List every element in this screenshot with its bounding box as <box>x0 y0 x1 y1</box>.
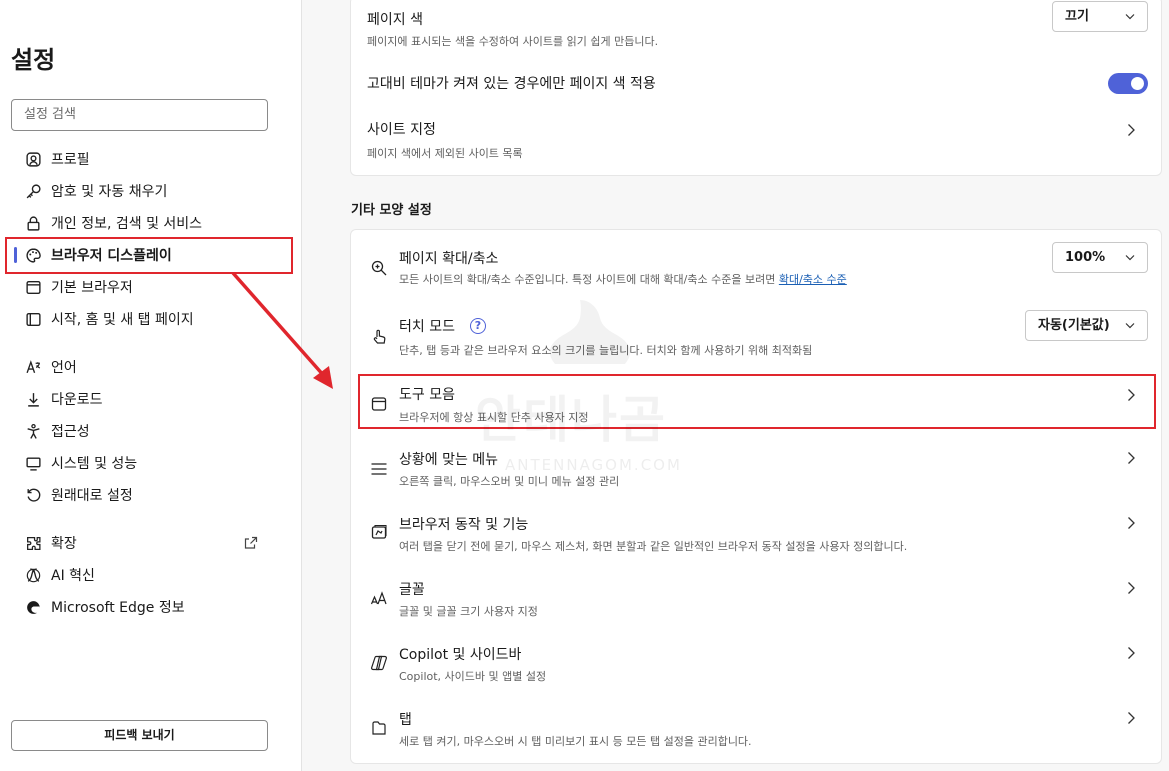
site-exclusion-desc: 페이지 색에서 제외된 사이트 목록 <box>367 147 523 160</box>
sidebar-item-reset[interactable]: 원래대로 설정 <box>0 479 302 511</box>
high-contrast-label: 고대비 테마가 켜져 있는 경우에만 페이지 색 적용 <box>367 76 656 92</box>
key-icon <box>24 182 42 200</box>
reset-icon <box>24 486 42 504</box>
sidebar-item-system[interactable]: 시스템 및 성능 <box>0 447 302 479</box>
language-icon <box>24 358 42 376</box>
touch-mode-desc: 단추, 탭 등과 같은 브라우저 요소의 크기를 늘립니다. 터치와 함께 사용… <box>399 344 813 357</box>
sidebar-item-profile[interactable]: 프로필 <box>0 143 302 175</box>
browser-behavior-icon <box>370 523 388 541</box>
page-color-select-value: 끄기 <box>1065 9 1089 24</box>
sidebar-item-extensions[interactable]: 확장 <box>0 527 302 559</box>
fonts-title: 글꼴 <box>399 582 425 598</box>
site-exclusion-row[interactable]: 사이트 지정 페이지 색에서 제외된 사이트 목록 <box>351 107 1163 173</box>
font-icon <box>370 589 388 607</box>
browser-icon <box>24 278 42 296</box>
sidebar-item-ai[interactable]: AI 혁신 <box>0 559 302 591</box>
copilot-row[interactable]: Copilot 및 사이드바 Copilot, 사이드바 및 앱별 설정 <box>351 632 1163 697</box>
chevron-right-icon <box>1128 452 1135 464</box>
sidebar-item-privacy[interactable]: 개인 정보, 검색 및 서비스 <box>0 207 302 239</box>
annotation-arrow <box>231 271 333 389</box>
appearance-card: 페이지 확대/축소 모든 사이트의 확대/축소 수준입니다. 특정 사이트에 대… <box>350 229 1162 764</box>
browser-behavior-row[interactable]: 브라우저 동작 및 기능 여러 탭을 닫기 전에 묻기, 마우스 제스처, 화면… <box>351 502 1163 567</box>
page-title: 설정 <box>11 46 56 74</box>
sidebar-item-label: 언어 <box>51 360 77 376</box>
sidebar-item-label: 기본 브라우저 <box>51 280 133 296</box>
sidebar-item-about[interactable]: Microsoft Edge 정보 <box>0 591 302 623</box>
chevron-right-icon <box>1128 517 1135 529</box>
highlight-box-toolbar <box>358 374 1156 429</box>
sidebar-item-label: 원래대로 설정 <box>51 488 133 504</box>
search-input[interactable]: 설정 검색 <box>11 99 268 131</box>
context-menu-desc: 오른쪽 클릭, 마우스오버 및 미니 메뉴 설정 관리 <box>399 475 620 488</box>
sidebar-item-passwords[interactable]: 암호 및 자동 채우기 <box>0 175 302 207</box>
system-icon <box>24 454 42 472</box>
extensions-icon <box>24 534 42 552</box>
sidebar-item-accessibility[interactable]: 접근성 <box>0 415 302 447</box>
page-color-select[interactable]: 끄기 <box>1052 1 1148 32</box>
chevron-right-icon <box>1128 647 1135 659</box>
touch-mode-title: 터치 모드 <box>399 319 455 335</box>
sidebar-item-label: 프로필 <box>51 152 90 168</box>
touch-mode-select-value: 자동(기본값) <box>1038 318 1110 333</box>
accessibility-icon <box>24 422 42 440</box>
edge-logo-icon <box>24 598 42 616</box>
chevron-right-icon <box>1128 582 1135 594</box>
home-tab-icon <box>24 310 42 328</box>
sidebar-item-label: 확장 <box>51 536 77 552</box>
tabs-title: 탭 <box>399 712 412 728</box>
high-contrast-toggle[interactable] <box>1108 73 1148 94</box>
sidebar-item-label: 시작, 홈 및 새 탭 페이지 <box>51 312 194 328</box>
zoom-desc: 모든 사이트의 확대/축소 수준입니다. 특정 사이트에 대해 확대/축소 수준… <box>399 271 847 287</box>
copilot-desc: Copilot, 사이드바 및 앱별 설정 <box>399 670 547 683</box>
section-title: 기타 모양 설정 <box>351 203 432 218</box>
copilot-title: Copilot 및 사이드바 <box>399 647 522 663</box>
sidebar-item-label: 접근성 <box>51 424 90 440</box>
chevron-down-icon <box>1125 14 1135 20</box>
chevron-down-icon <box>1125 323 1135 329</box>
high-contrast-row: 고대비 테마가 켜져 있는 경우에만 페이지 색 적용 <box>351 53 1163 107</box>
ai-icon <box>24 566 42 584</box>
sidebar-item-label: AI 혁신 <box>51 568 95 584</box>
help-icon[interactable]: ? <box>470 318 486 334</box>
sidebar-item-label: 개인 정보, 검색 및 서비스 <box>51 216 203 232</box>
page-color-card: 페이지 색 페이지에 표시되는 색을 수정하여 사이트를 읽기 쉽게 만듭니다.… <box>350 0 1162 176</box>
lock-icon <box>24 214 42 232</box>
sidebar-item-label: 시스템 및 성능 <box>51 456 138 472</box>
page-color-desc: 페이지에 표시되는 색을 수정하여 사이트를 읽기 쉽게 만듭니다. <box>367 35 659 48</box>
zoom-select[interactable]: 100% <box>1052 242 1148 273</box>
external-link-icon[interactable] <box>243 535 259 551</box>
fonts-row[interactable]: 글꼴 글꼴 및 글꼴 크기 사용자 지정 <box>351 567 1163 632</box>
chevron-right-icon <box>1128 712 1135 724</box>
chevron-right-icon <box>1128 124 1135 136</box>
tab-icon <box>370 719 388 737</box>
touch-mode-select[interactable]: 자동(기본값) <box>1025 310 1148 341</box>
fonts-desc: 글꼴 및 글꼴 크기 사용자 지정 <box>399 605 538 618</box>
context-menu-row[interactable]: 상황에 맞는 메뉴 오른쪽 클릭, 마우스오버 및 미니 메뉴 설정 관리 <box>351 437 1163 502</box>
zoom-select-value: 100% <box>1065 250 1106 265</box>
context-menu-title: 상황에 맞는 메뉴 <box>399 452 499 468</box>
zoom-desc-text: 모든 사이트의 확대/축소 수준입니다. 특정 사이트에 대해 확대/축소 수준… <box>399 273 776 286</box>
profile-icon <box>24 150 42 168</box>
chevron-down-icon <box>1125 255 1135 261</box>
zoom-row: 페이지 확대/축소 모든 사이트의 확대/축소 수준입니다. 특정 사이트에 대… <box>351 230 1163 296</box>
sidebar-item-label: 암호 및 자동 채우기 <box>51 184 168 200</box>
tabs-desc: 세로 탭 켜기, 마우스오버 시 탭 미리보기 표시 등 모든 탭 설정을 관리… <box>399 735 752 748</box>
sidebar-item-label: 다운로드 <box>51 392 103 408</box>
menu-icon <box>370 460 388 478</box>
copilot-icon <box>370 654 388 672</box>
sidebar-item-label: Microsoft Edge 정보 <box>51 600 185 616</box>
browser-behavior-title: 브라우저 동작 및 기능 <box>399 517 529 533</box>
site-exclusion-title: 사이트 지정 <box>367 122 436 138</box>
tabs-row[interactable]: 탭 세로 탭 켜기, 마우스오버 시 탭 미리보기 표시 등 모든 탭 설정을 … <box>351 697 1163 762</box>
zoom-title: 페이지 확대/축소 <box>399 251 499 267</box>
feedback-button[interactable]: 피드백 보내기 <box>11 720 268 751</box>
page-color-row: 페이지 색 페이지에 표시되는 색을 수정하여 사이트를 읽기 쉽게 만듭니다.… <box>351 0 1163 53</box>
browser-behavior-desc: 여러 탭을 닫기 전에 묻기, 마우스 제스처, 화면 분할과 같은 일반적인 … <box>399 540 908 553</box>
page-color-title: 페이지 색 <box>367 12 423 28</box>
download-icon <box>24 390 42 408</box>
zoom-icon <box>370 259 388 277</box>
touch-icon <box>370 328 388 346</box>
zoom-levels-link[interactable]: 확대/축소 수준 <box>779 273 847 286</box>
touch-mode-row: 터치 모드 ? 단추, 탭 등과 같은 브라우저 요소의 크기를 늘립니다. 터… <box>351 296 1163 372</box>
